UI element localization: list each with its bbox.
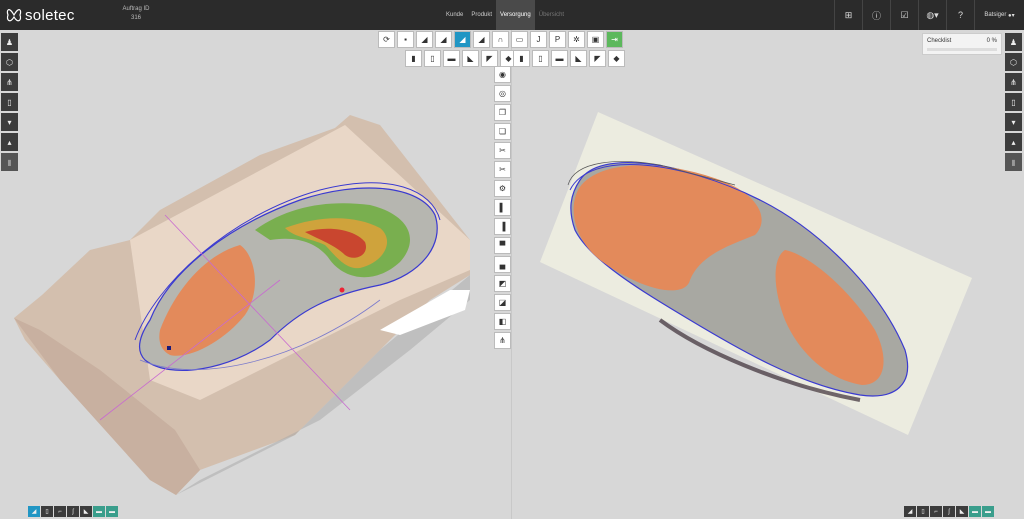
insole-mode-icon[interactable]: ◢ xyxy=(28,506,40,517)
scissors-icon[interactable]: ✂ xyxy=(494,161,511,178)
checklist-panel[interactable]: Checklist 0 % xyxy=(922,33,1002,55)
view-flat-icon[interactable]: ▬ xyxy=(443,50,460,67)
heel-icon[interactable]: ▾ xyxy=(1,113,18,131)
view-side-icon[interactable]: ▯ xyxy=(424,50,441,67)
panel-right-icon[interactable]: ▐ xyxy=(494,218,511,235)
settings-icon[interactable]: ✲ xyxy=(568,31,585,48)
main-toolbar: ⟳ ▪ ◢ ◢ ◢ ◢ ∩ ▭ J P ✲ ▣ ⇥ xyxy=(378,31,623,48)
hexagon-icon[interactable]: ⬡ xyxy=(1,53,18,71)
feet-pair-icon[interactable]: ⋔ xyxy=(1005,73,1022,91)
duplicate-icon[interactable]: ❏ xyxy=(494,123,511,140)
foot-outline-icon[interactable]: ▯ xyxy=(1,93,18,111)
view-toolbar-left: ▮ ▯ ▬ ◣ ◤ ◆ xyxy=(405,50,517,67)
view-front-icon[interactable]: ▮ xyxy=(405,50,422,67)
shapes-icon[interactable]: ◧ xyxy=(494,313,511,330)
checklist-progress-bar xyxy=(927,48,997,51)
foot-icon[interactable]: ♟ xyxy=(1005,33,1022,51)
foot-icon[interactable]: ♟ xyxy=(1,33,18,51)
bottom-toolbar-right: ◢ ▯ ⌐ ʃ ◣ ▬ ▬ xyxy=(904,506,994,517)
panel-base-icon[interactable]: ◪ xyxy=(494,294,511,311)
view-heel-icon[interactable]: ◣ xyxy=(462,50,479,67)
panel-cut-icon[interactable]: ◩ xyxy=(494,275,511,292)
view-front-icon[interactable]: ▮ xyxy=(513,50,530,67)
view-heel-icon[interactable]: ◣ xyxy=(570,50,587,67)
foot-mode-icon[interactable]: ▯ xyxy=(917,506,929,517)
layer-b-icon[interactable]: ▬ xyxy=(982,506,994,517)
view-diag-icon[interactable]: ◆ xyxy=(608,50,625,67)
foot-mode-icon[interactable]: ▯ xyxy=(41,506,53,517)
save-icon[interactable]: ▣ xyxy=(587,31,604,48)
leg-icon[interactable]: ʃ xyxy=(943,506,955,517)
exit-icon[interactable]: ⇥ xyxy=(606,31,623,48)
shoe-icon[interactable]: ◣ xyxy=(80,506,92,517)
foot-side-icon[interactable]: ⌐ xyxy=(930,506,942,517)
checklist-label: Checklist xyxy=(927,38,952,44)
view-side-icon[interactable]: ▯ xyxy=(532,50,549,67)
view-flat-icon[interactable]: ▬ xyxy=(551,50,568,67)
panel-left-icon[interactable]: ▌ xyxy=(494,199,511,216)
leg-icon[interactable]: ʃ xyxy=(67,506,79,517)
foot-outline-icon[interactable]: ▯ xyxy=(1005,93,1022,111)
left-sidebar: ♟ ⬡ ⋔ ▯ ▾ ▴ ▮ xyxy=(1,33,18,171)
checklist-percent: 0 % xyxy=(986,38,997,44)
rotate-icon[interactable]: ⟳ xyxy=(378,31,395,48)
foot-side-icon[interactable]: ⌐ xyxy=(54,506,66,517)
foot-disabled-icon: ▮ xyxy=(1,153,18,171)
view-divider xyxy=(511,30,512,519)
forefoot-icon[interactable]: ▴ xyxy=(1005,133,1022,151)
view-toolbar-right: ▮ ▯ ▬ ◣ ◤ ◆ xyxy=(513,50,625,67)
right-sidebar: ♟ ⬡ ⋔ ▯ ▾ ▴ ▮ xyxy=(1005,33,1022,171)
foot-print-icon[interactable]: ∩ xyxy=(492,31,509,48)
vertical-toolbar: ◉ ◎ ❐ ❏ ✂ ✂ ⚙ ▌ ▐ ▀ ▄ ◩ ◪ ◧ ⋔ xyxy=(494,66,511,349)
viewport-3d[interactable] xyxy=(0,0,1024,519)
view-toe-icon[interactable]: ◤ xyxy=(481,50,498,67)
layer-a-icon[interactable]: ▬ xyxy=(93,506,105,517)
forefoot-icon[interactable]: ▴ xyxy=(1,133,18,151)
cut-tool-icon[interactable]: ✂ xyxy=(494,142,511,159)
copy-icon[interactable]: ❐ xyxy=(494,104,511,121)
pdf-download-icon[interactable]: P xyxy=(549,31,566,48)
panel-bottom-icon[interactable]: ▄ xyxy=(494,256,511,273)
view-toe-icon[interactable]: ◤ xyxy=(589,50,606,67)
bottom-toolbar-left: ◢ ▯ ⌐ ʃ ◣ ▬ ▬ xyxy=(28,506,118,517)
insole-dark-icon[interactable]: ◢ xyxy=(435,31,452,48)
jpg-download-icon[interactable]: J xyxy=(530,31,547,48)
gear-icon[interactable]: ⚙ xyxy=(494,180,511,197)
eye-icon[interactable]: ◉ xyxy=(494,66,511,83)
heel-icon[interactable]: ▾ xyxy=(1005,113,1022,131)
insole-mode-icon[interactable]: ◢ xyxy=(904,506,916,517)
insole-outline-icon[interactable]: ◢ xyxy=(473,31,490,48)
layer-b-icon[interactable]: ▬ xyxy=(106,506,118,517)
eye-alt-icon[interactable]: ◎ xyxy=(494,85,511,102)
ruler-icon[interactable]: ▭ xyxy=(511,31,528,48)
feet-icon[interactable]: ⋔ xyxy=(494,332,511,349)
panel-top-icon[interactable]: ▀ xyxy=(494,237,511,254)
shoe-icon[interactable]: ◣ xyxy=(956,506,968,517)
feet-pair-icon[interactable]: ⋔ xyxy=(1,73,18,91)
foot-disabled-icon: ▮ xyxy=(1005,153,1022,171)
layers-icon[interactable]: ▪ xyxy=(397,31,414,48)
layer-a-icon[interactable]: ▬ xyxy=(969,506,981,517)
insole-selected-icon[interactable]: ◢ xyxy=(454,31,471,48)
hexagon-icon[interactable]: ⬡ xyxy=(1005,53,1022,71)
insole-green-icon[interactable]: ◢ xyxy=(416,31,433,48)
